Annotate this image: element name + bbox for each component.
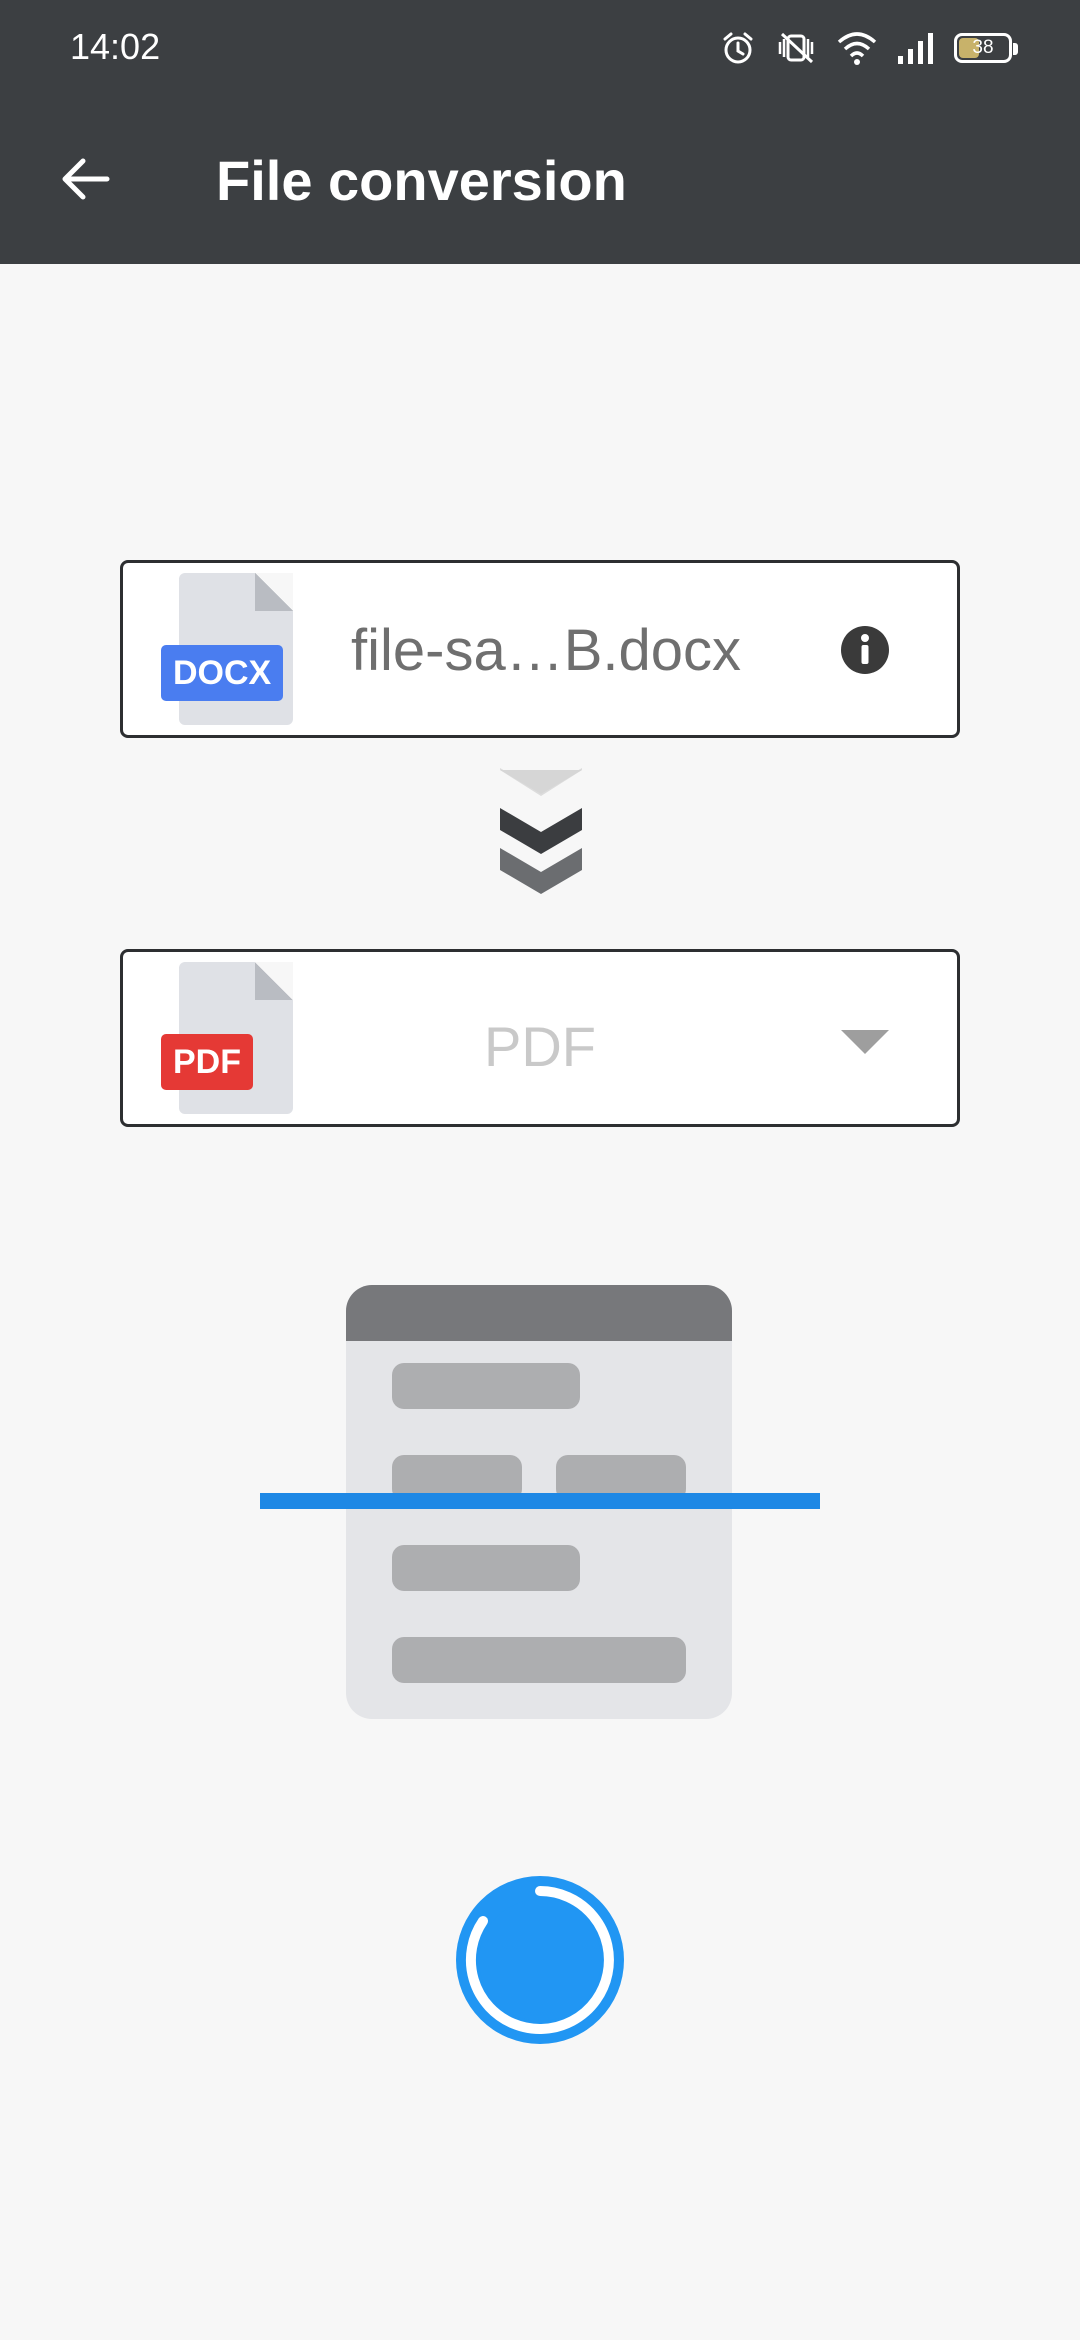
scan-line — [260, 1493, 820, 1509]
vibrate-mute-icon — [778, 32, 814, 64]
status-icons: 38 — [720, 28, 1018, 68]
caret-down-icon[interactable] — [839, 1028, 891, 1056]
back-button[interactable] — [50, 144, 120, 214]
wifi-icon — [837, 32, 877, 65]
docx-badge: DOCX — [161, 645, 284, 701]
page-title: File conversion — [216, 149, 627, 212]
alarm-icon — [723, 32, 753, 64]
convert-arrow-icon — [500, 768, 582, 894]
loading-spinner-icon — [456, 1876, 624, 2044]
info-icon[interactable] — [839, 624, 891, 676]
arrow-left-icon — [62, 158, 110, 200]
source-file-card[interactable]: DOCX file-sa…B.docx — [120, 560, 960, 738]
target-format-dropdown[interactable]: PDF PDF — [120, 949, 960, 1127]
docx-file-icon: DOCX — [161, 573, 293, 725]
source-file-name: file-sa…B.docx — [351, 618, 742, 683]
status-time: 14:02 — [70, 26, 161, 67]
battery-icon: 38 — [954, 33, 1018, 63]
target-format-value: PDF — [484, 1015, 596, 1078]
app-top-bar: 14:02 38 File conversion — [0, 0, 1080, 264]
battery-level: 38 — [972, 37, 994, 58]
signal-icon — [898, 33, 933, 64]
